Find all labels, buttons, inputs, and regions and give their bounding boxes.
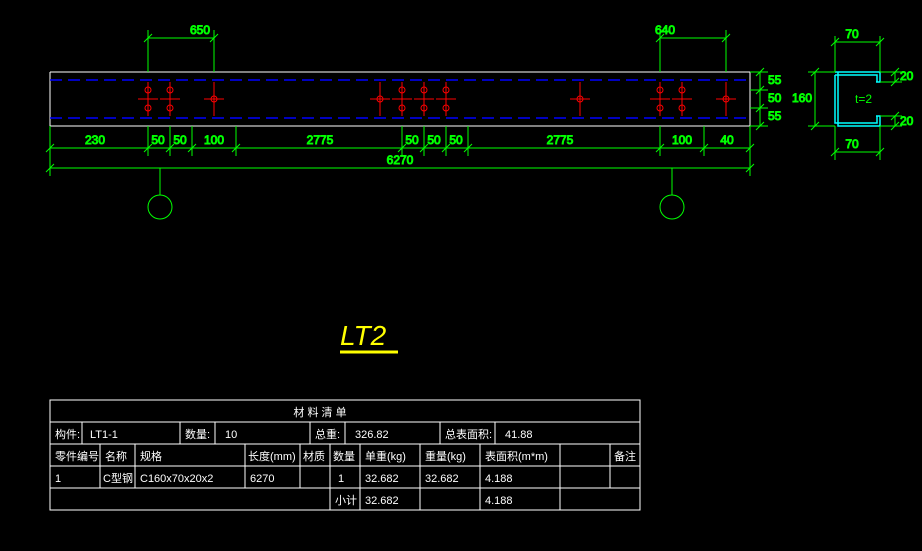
dim-650: 650 [190, 23, 210, 37]
h-note: 备注 [614, 449, 636, 463]
dim-side: 55 50 55 [750, 68, 782, 130]
bom-table: 材 料 清 单 构件: LT1-1 数量: 10 总重: 326.82 总表面积… [50, 400, 640, 510]
dim-sec70b: 70 [845, 137, 859, 151]
cad-drawing: 650 640 55 50 55 [0, 0, 922, 551]
dim-sec-t: t=2 [855, 92, 872, 106]
dim-b100a: 100 [204, 133, 224, 147]
r1-alabel: 总表面积: [445, 427, 492, 441]
dim-sec160: 160 [792, 91, 812, 105]
f-sa: 4.188 [485, 495, 513, 507]
dim-overall: 6270 [46, 153, 754, 176]
dim-6270: 6270 [387, 153, 414, 167]
dim-sec20b: 20 [900, 114, 914, 128]
dim-b50c: 50 [405, 133, 419, 147]
d-partno: 1 [55, 473, 61, 485]
d-name: C型钢 [103, 471, 133, 485]
dim-top: 650 640 [144, 23, 730, 72]
dim-b40: 40 [720, 133, 734, 147]
d-uw: 32.682 [365, 473, 399, 485]
dim-b50b: 50 [173, 133, 187, 147]
r1-qty: 10 [225, 429, 237, 441]
f-tw: 32.682 [365, 495, 399, 507]
h-name: 名称 [105, 449, 127, 463]
h-spec: 规格 [140, 449, 162, 463]
d-qty: 1 [338, 473, 344, 485]
h-uw: 单重(kg) [365, 449, 406, 463]
dim-55b: 55 [768, 109, 782, 123]
drawing-title: LT2 [340, 320, 398, 352]
dim-bottom-chain: 230 50 50 100 2775 50 50 50 2775 100 40 [46, 126, 754, 156]
dim-2775a: 2775 [307, 133, 334, 147]
dim-55a: 55 [768, 73, 782, 87]
dim-50: 50 [768, 91, 782, 105]
f-label: 小计 [335, 494, 357, 507]
dim-b50d: 50 [427, 133, 441, 147]
r1-wt: 326.82 [355, 429, 389, 441]
dim-b100b: 100 [672, 133, 692, 147]
h-qty: 数量 [333, 450, 355, 463]
h-tw: 重量(kg) [425, 449, 466, 463]
supports [148, 168, 684, 219]
dim-230: 230 [85, 133, 105, 147]
title-text: LT2 [340, 320, 387, 351]
d-tw: 32.682 [425, 473, 459, 485]
h-sa: 表面积(m*m) [485, 449, 548, 463]
r1-label: 构件: [55, 427, 80, 441]
dim-sec20a: 20 [900, 69, 914, 83]
r1-qlabel: 数量: [185, 428, 210, 441]
bom-header: 材 料 清 单 [293, 405, 346, 419]
section-detail: 70 160 70 20 20 t=2 [792, 27, 914, 160]
h-mat: 材质 [303, 449, 325, 463]
d-len: 6270 [250, 473, 274, 485]
h-partno: 零件编号 [55, 449, 99, 463]
r1-name: LT1-1 [90, 429, 118, 441]
dim-b50e: 50 [449, 133, 463, 147]
dim-b50a: 50 [151, 133, 165, 147]
dim-640: 640 [655, 23, 675, 37]
r1-wlabel: 总重: [315, 427, 340, 441]
dim-2775b: 2775 [547, 133, 574, 147]
r1-area: 41.88 [505, 429, 533, 441]
h-len: 长度(mm) [248, 449, 296, 463]
bolt-marks [138, 82, 736, 116]
d-spec: C160x70x20x2 [140, 473, 213, 485]
d-sa: 4.188 [485, 473, 513, 485]
dim-sec70a: 70 [845, 27, 859, 41]
